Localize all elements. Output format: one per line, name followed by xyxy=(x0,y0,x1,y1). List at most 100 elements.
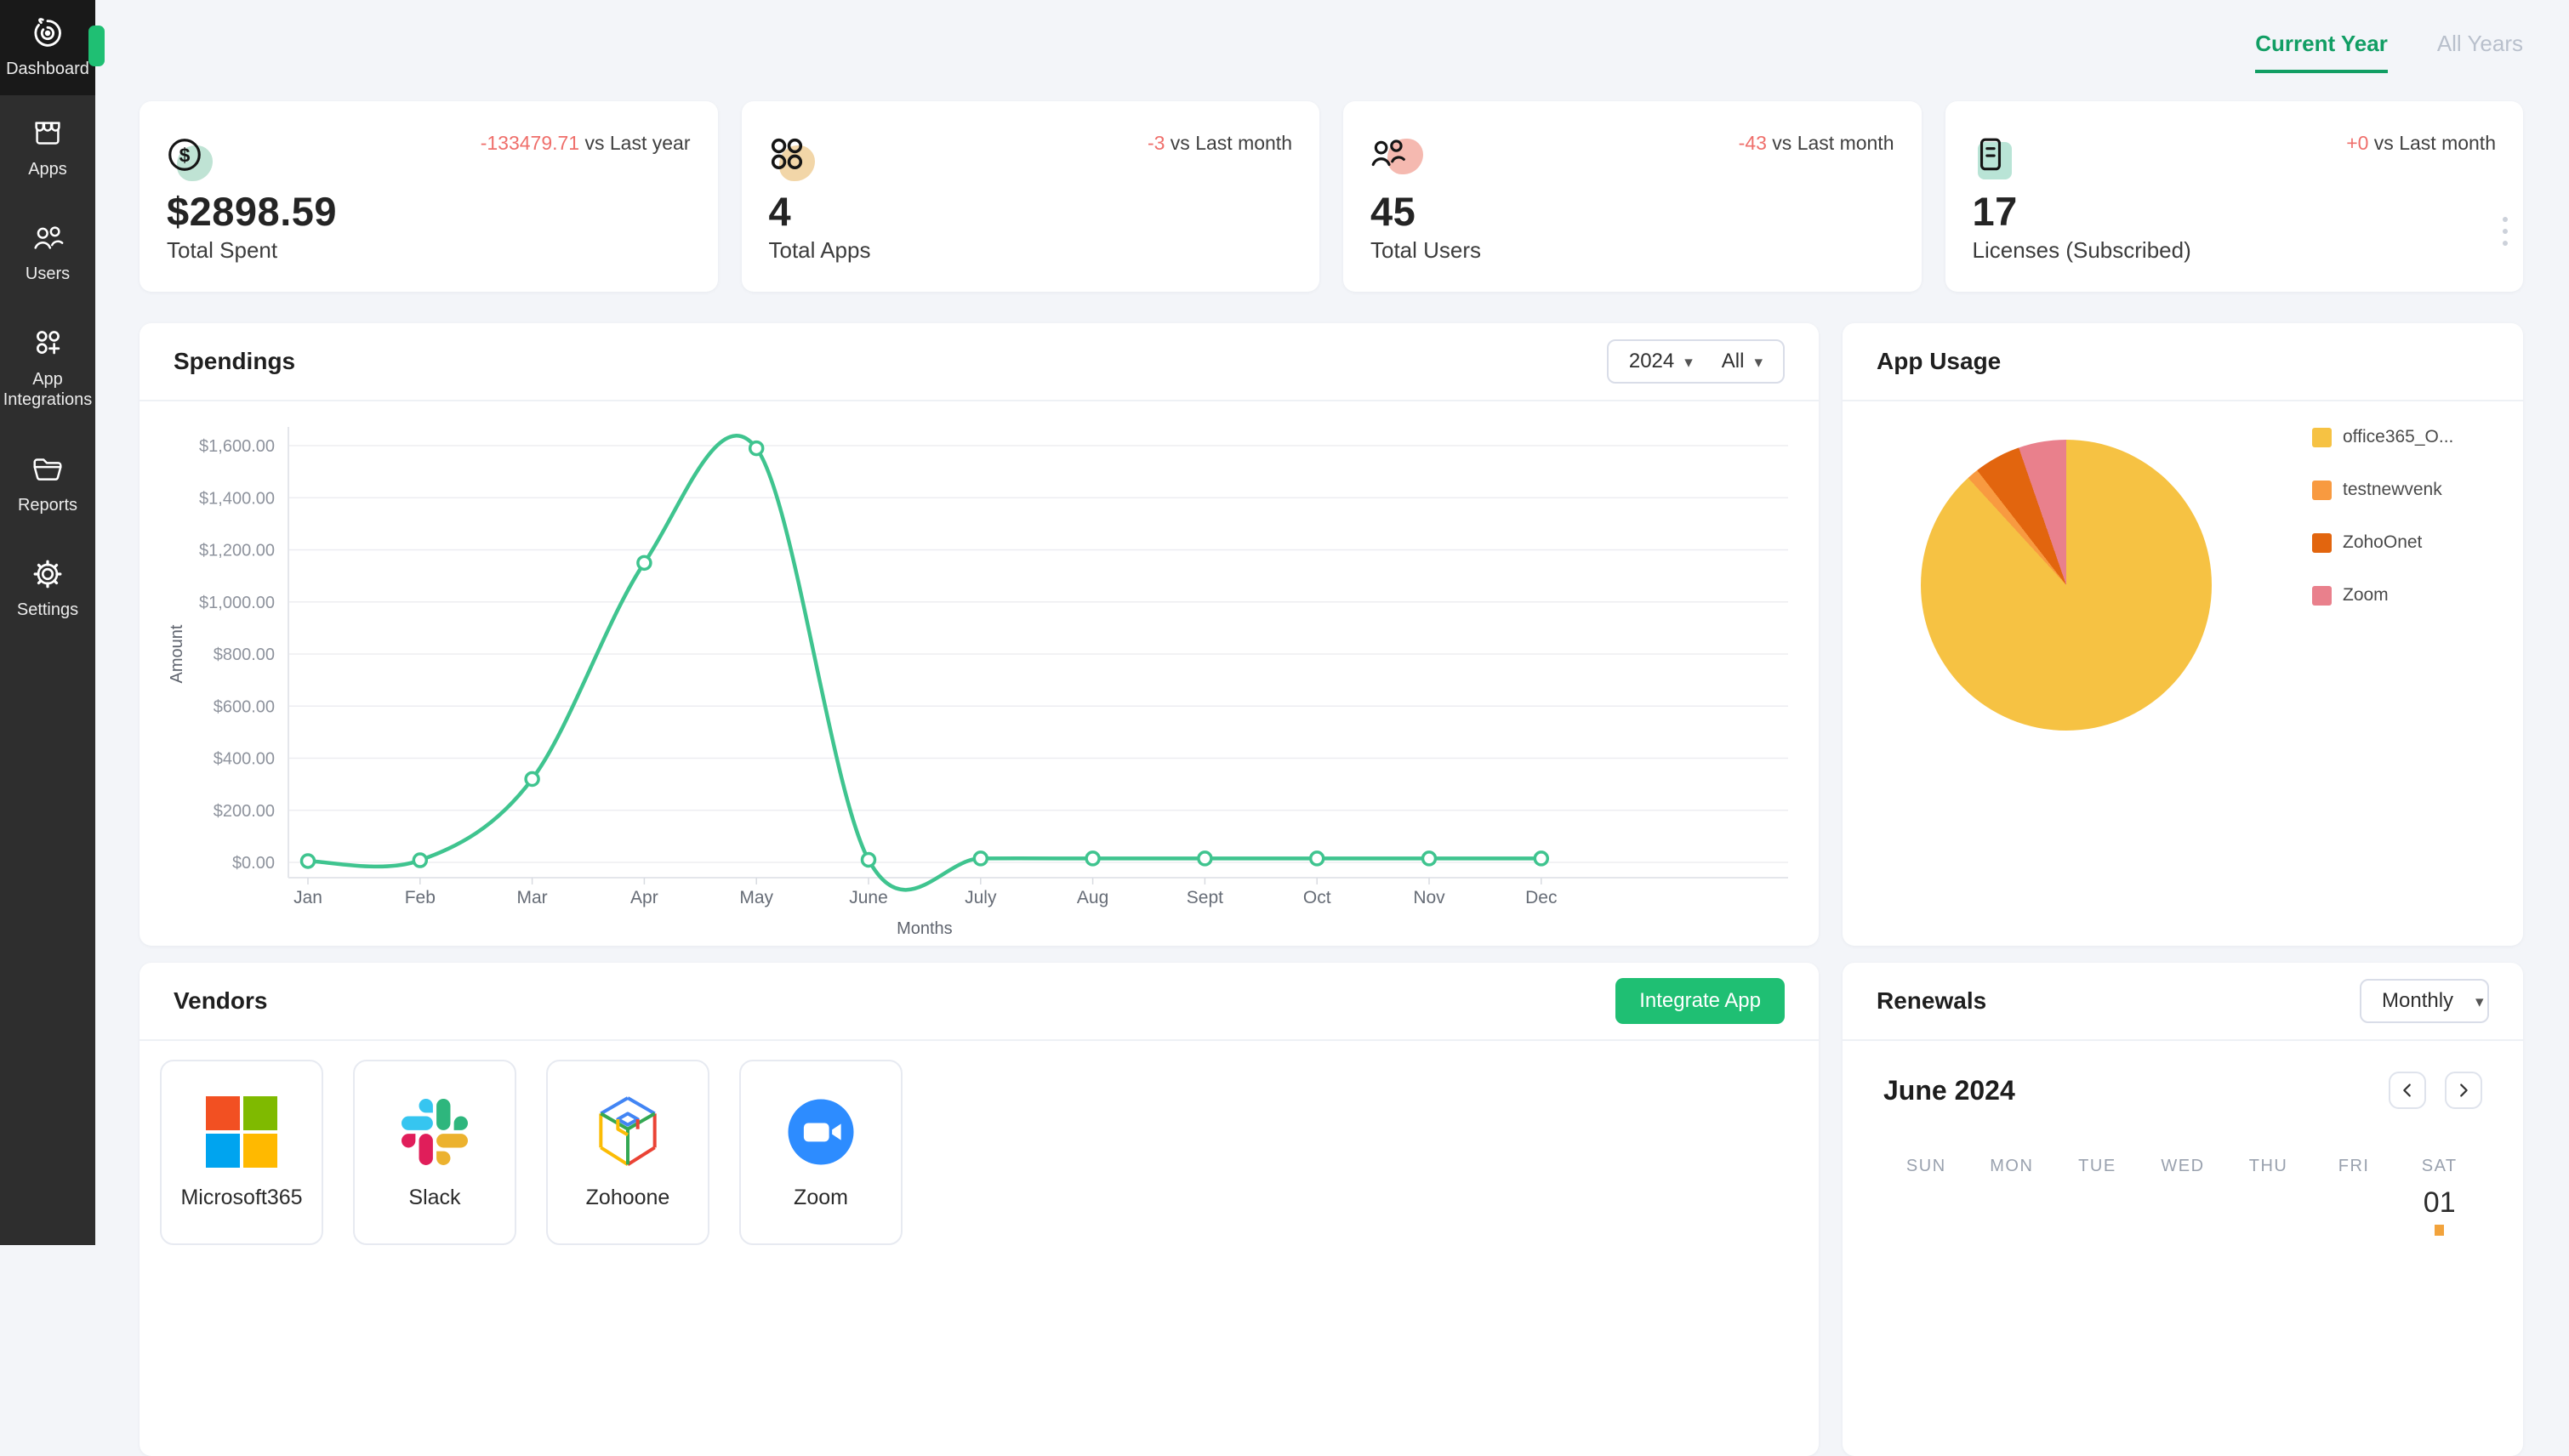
svg-text:Feb: Feb xyxy=(405,888,436,907)
weekday-label: FRI xyxy=(2311,1157,2397,1176)
svg-text:Amount: Amount xyxy=(168,624,186,683)
weekday-label: WED xyxy=(2140,1157,2226,1176)
sidebar-item-reports[interactable]: Reports xyxy=(0,431,95,536)
vendor-name: Microsoft365 xyxy=(180,1186,302,1210)
sidebar-item-label: Dashboard xyxy=(6,59,89,79)
svg-text:May: May xyxy=(739,888,773,907)
card-title: App Usage xyxy=(1877,348,2001,375)
calendar-month-label: June 2024 xyxy=(1883,1075,2015,1106)
legend-swatch xyxy=(2312,586,2332,606)
sidebar-item-users[interactable]: Users xyxy=(0,200,95,304)
calendar-prev-button[interactable] xyxy=(2389,1072,2426,1109)
stat-card-total-apps: -3 vs Last month 4 Total Apps xyxy=(742,101,1320,292)
integrate-app-button[interactable]: Integrate App xyxy=(1615,978,1785,1024)
spendings-card: Spendings 2024 All $0.00$200.00$400.00$6… xyxy=(140,323,1819,946)
spendings-line-chart: $0.00$200.00$400.00$600.00$800.00$1,000.… xyxy=(140,401,1819,946)
day-number: 01 xyxy=(2396,1186,2482,1220)
legend-item[interactable]: office365_O... xyxy=(2312,427,2453,447)
svg-text:$1,000.00: $1,000.00 xyxy=(199,594,275,612)
stat-value: $2898.59 xyxy=(167,188,337,235)
app-usage-card: App Usage office365_O... testnewvenk Zoh… xyxy=(1843,323,2523,946)
calendar-day-01[interactable]: 01 xyxy=(2396,1186,2482,1236)
stat-label: Total Apps xyxy=(769,237,871,264)
svg-text:Mar: Mar xyxy=(517,888,548,907)
sidebar-item-label: Users xyxy=(26,264,70,284)
renewals-header: Renewals Monthly xyxy=(1843,963,2523,1041)
svg-text:Sept: Sept xyxy=(1187,888,1223,907)
scope-filter-dropdown[interactable]: All xyxy=(1722,350,1763,373)
tab-current-year[interactable]: Current Year xyxy=(2255,31,2388,73)
sidebar-item-apps[interactable]: Apps xyxy=(0,95,95,200)
svg-text:Dec: Dec xyxy=(1525,888,1557,907)
weekday-header-row: SUN MON TUE WED THU FRI SAT xyxy=(1883,1157,2482,1176)
stat-label: Total Spent xyxy=(167,237,277,264)
calendar-next-button[interactable] xyxy=(2445,1072,2482,1109)
svg-text:$: $ xyxy=(179,144,191,166)
legend-swatch xyxy=(2312,481,2332,500)
more-options-icon[interactable] xyxy=(2498,212,2513,251)
svg-text:Apr: Apr xyxy=(630,888,658,907)
chevron-left-icon xyxy=(2398,1081,2417,1100)
stat-value: 17 xyxy=(1973,188,2018,235)
sidebar-item-dashboard[interactable]: Dashboard xyxy=(0,0,95,95)
card-title: Renewals xyxy=(1877,987,1986,1015)
sidebar: Dashboard Apps Users App Integrations xyxy=(0,0,95,1245)
svg-text:June: June xyxy=(849,888,888,907)
sidebar-item-settings[interactable]: Settings xyxy=(0,536,95,640)
calendar-day-row: 01 xyxy=(1883,1186,2482,1236)
sidebar-item-label: App Integrations xyxy=(3,369,93,411)
legend-label: testnewvenk xyxy=(2343,480,2442,500)
year-filter-dropdown[interactable]: 2024 xyxy=(1629,350,1693,373)
delta-note: +0 vs Last month xyxy=(2346,132,2496,155)
app-integrations-icon xyxy=(30,326,66,361)
vendor-name: Slack xyxy=(408,1186,460,1210)
weekday-label: TUE xyxy=(2054,1157,2140,1176)
charts-row: Spendings 2024 All $0.00$200.00$400.00$6… xyxy=(140,323,2523,946)
dashboard-icon xyxy=(30,15,66,51)
vendor-tile-slack[interactable]: Slack xyxy=(353,1060,516,1245)
stat-value: 45 xyxy=(1370,188,1416,235)
vendors-card: Vendors Integrate App Microsoft365 xyxy=(140,963,1819,1456)
svg-text:$200.00: $200.00 xyxy=(214,802,275,821)
stat-label: Total Users xyxy=(1370,237,1481,264)
legend-item[interactable]: testnewvenk xyxy=(2312,480,2453,500)
legend-item[interactable]: Zoom xyxy=(2312,585,2453,606)
period-dropdown[interactable]: Monthly xyxy=(2360,979,2489,1023)
chevron-down-icon xyxy=(2475,989,2484,1013)
legend-swatch xyxy=(2312,428,2332,447)
vendor-tile-zoom[interactable]: Zoom xyxy=(739,1060,903,1245)
delta-note: -43 vs Last month xyxy=(1739,132,1894,155)
vendor-tile-zohoone[interactable]: Zohoone xyxy=(546,1060,709,1245)
sidebar-item-label: Settings xyxy=(17,600,78,620)
card-title: Spendings xyxy=(174,348,295,375)
stat-value: 4 xyxy=(769,188,792,235)
vendors-header: Vendors Integrate App xyxy=(140,963,1819,1041)
chevron-down-icon xyxy=(1684,350,1693,373)
vendor-tile-microsoft365[interactable]: Microsoft365 xyxy=(160,1060,323,1245)
svg-text:Aug: Aug xyxy=(1077,888,1108,907)
pie-legend: office365_O... testnewvenk ZohoOnet Zoom xyxy=(2312,427,2453,606)
legend-swatch xyxy=(2312,533,2332,553)
legend-label: ZohoOnet xyxy=(2343,532,2422,553)
stat-label: Licenses (Subscribed) xyxy=(1973,237,2191,264)
stat-card-licenses: +0 vs Last month 17 Licenses (Subscribed… xyxy=(1945,101,2524,292)
legend-item[interactable]: ZohoOnet xyxy=(2312,532,2453,553)
svg-text:$1,600.00: $1,600.00 xyxy=(199,437,275,456)
app-usage-header: App Usage xyxy=(1843,323,2523,401)
spendings-header: Spendings 2024 All xyxy=(140,323,1819,401)
users-icon xyxy=(30,220,66,256)
tab-all-years[interactable]: All Years xyxy=(2437,31,2523,73)
renewal-marker xyxy=(2435,1225,2444,1236)
sidebar-item-app-integrations[interactable]: App Integrations xyxy=(0,305,95,431)
bottom-row: Vendors Integrate App Microsoft365 xyxy=(140,963,2523,1456)
calendar: June 2024 SUN MON TUE WED TH xyxy=(1843,1072,2523,1236)
gear-icon xyxy=(30,556,66,592)
period-value: Monthly xyxy=(2382,989,2453,1013)
chevron-down-icon xyxy=(1754,350,1763,373)
stat-card-total-users: -43 vs Last month 45 Total Users xyxy=(1343,101,1922,292)
year-tabs: Current Year All Years xyxy=(140,31,2523,73)
sidebar-item-label: Reports xyxy=(18,495,77,515)
vendor-tiles: Microsoft365 Slack xyxy=(140,1041,1819,1245)
sidebar-item-label: Apps xyxy=(28,159,67,179)
svg-text:Months: Months xyxy=(897,919,953,938)
